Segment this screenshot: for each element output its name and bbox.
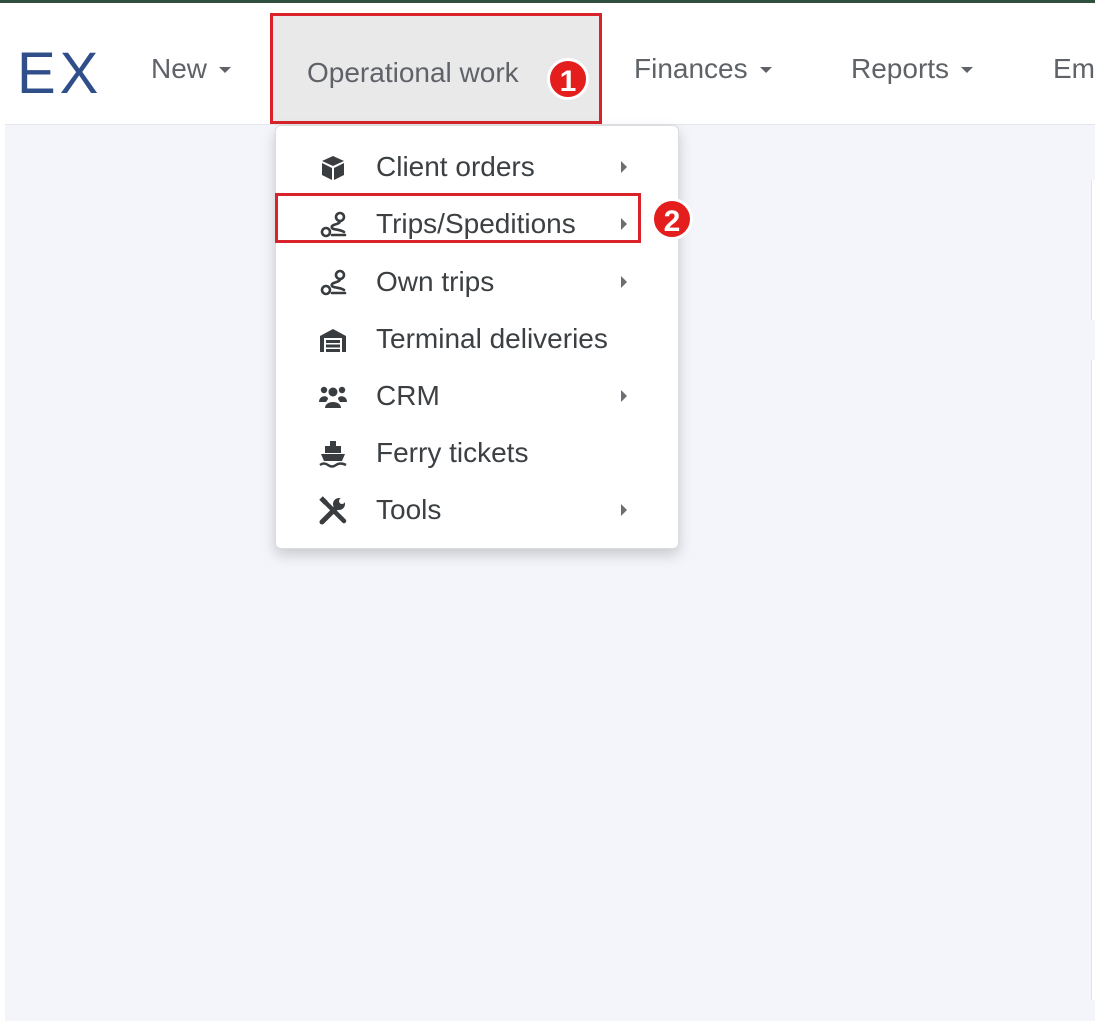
- chevron-right-icon: [621, 390, 627, 402]
- left-edge: [0, 11, 5, 1021]
- content-panel-edge: [1091, 180, 1095, 320]
- nav-em-label: Em: [1053, 53, 1095, 84]
- menu-item-tools[interactable]: Tools: [276, 484, 678, 536]
- menu-item-label: Client orders: [376, 151, 535, 182]
- step-marker-1: 1: [547, 58, 589, 100]
- nav-new[interactable]: New: [151, 51, 232, 87]
- top-border: [0, 0, 1095, 11]
- menu-item-label: Own trips: [376, 266, 495, 297]
- menu-item-client-orders[interactable]: Client orders: [276, 141, 678, 193]
- ship-icon: [319, 441, 347, 468]
- users-icon: [319, 386, 347, 408]
- box-icon: [322, 156, 344, 180]
- nav-reports[interactable]: Reports: [851, 51, 974, 87]
- caret-down-icon: [961, 67, 974, 73]
- menu-item-crm[interactable]: CRM: [276, 370, 678, 422]
- menu-item-label: CRM: [376, 380, 440, 411]
- step-marker-2: 2: [651, 198, 693, 240]
- nav-operational-work[interactable]: Operational work 1: [270, 13, 602, 124]
- nav-finances-label: Finances: [634, 53, 748, 84]
- brand-logo[interactable]: EX: [17, 45, 102, 103]
- nav-operational-work-label: Operational work: [307, 57, 519, 88]
- chevron-right-icon: [621, 276, 627, 288]
- menu-item-own-trips[interactable]: Own trips: [276, 256, 678, 308]
- nav-new-label: New: [151, 53, 208, 84]
- menu-item-label: Terminal deliveries: [376, 323, 608, 354]
- caret-down-icon: [219, 67, 232, 73]
- menu-item-ferry-tickets[interactable]: Ferry tickets: [276, 427, 678, 479]
- tools-icon: [319, 496, 347, 525]
- trips-speditions-highlight: [275, 193, 641, 243]
- chevron-right-icon: [621, 504, 627, 516]
- nav-em[interactable]: Em: [1053, 51, 1095, 87]
- route-icon: [320, 269, 347, 296]
- operational-work-dropdown: Client orders Trips/Speditions Own trips…: [275, 125, 679, 549]
- nav-finances[interactable]: Finances: [634, 51, 772, 87]
- menu-item-label: Tools: [376, 494, 442, 525]
- content-panel-edge: [1091, 360, 1095, 1000]
- caret-down-icon: [759, 67, 772, 73]
- menu-item-label: Ferry tickets: [376, 437, 529, 468]
- menu-item-terminal-deliveries[interactable]: Terminal deliveries: [276, 313, 678, 365]
- nav-reports-label: Reports: [851, 53, 950, 84]
- warehouse-icon: [320, 329, 346, 352]
- chevron-right-icon: [621, 161, 627, 173]
